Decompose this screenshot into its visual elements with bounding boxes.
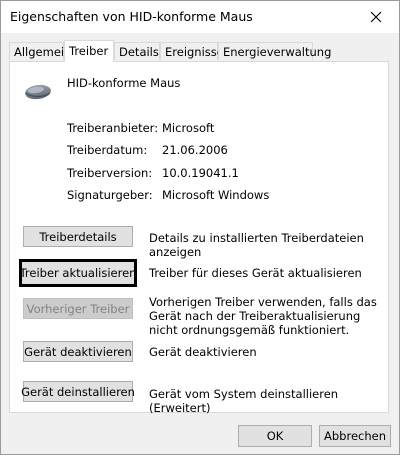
driver-version-label: Treiberversion: (67, 166, 153, 180)
tab-ereignisse[interactable]: Ereignisse (160, 42, 224, 60)
uninstall-device-description: Gerät vom System deinstallieren (Erweite… (149, 387, 339, 415)
disable-device-button[interactable]: Gerät deaktivieren (23, 341, 133, 362)
signer-value: Microsoft Windows (162, 188, 270, 202)
uninstall-device-button[interactable]: Gerät deinstallieren (21, 381, 135, 402)
close-button[interactable] (353, 1, 399, 33)
update-driver-description: Treiber für dieses Gerät aktualisieren (149, 266, 362, 280)
window-title: Eigenschaften von HID-konforme Maus (10, 9, 253, 24)
driver-provider-label: Treiberanbieter: (67, 121, 159, 135)
signer-label: Signaturgeber: (67, 188, 153, 202)
driver-version-value: 10.0.19041.1 (162, 166, 239, 180)
device-name: HID-konforme Maus (67, 76, 181, 90)
ok-button[interactable]: OK (238, 425, 312, 447)
driver-provider-value: Microsoft (162, 121, 215, 135)
title-bar: Eigenschaften von HID-konforme Maus (1, 1, 399, 33)
tab-allgemein[interactable]: Allgemein (9, 42, 71, 60)
mouse-icon (22, 81, 54, 104)
driver-date-label: Treiberdatum: (67, 143, 148, 157)
tab-energieverwaltung[interactable]: Energieverwaltung (218, 42, 331, 60)
update-driver-button[interactable]: Treiber aktualisieren (19, 259, 137, 287)
rollback-driver-description: Vorherigen Treiber verwenden, falls das … (149, 295, 377, 337)
tab-details[interactable]: Details (114, 42, 160, 60)
tab-treiber[interactable]: Treiber (64, 40, 114, 62)
disable-device-description: Gerät deaktivieren (149, 345, 257, 359)
properties-dialog: Eigenschaften von HID-konforme Maus Allg… (0, 0, 400, 455)
close-icon (370, 11, 382, 23)
rollback-driver-button: Vorheriger Treiber (23, 298, 133, 319)
cancel-button[interactable]: Abbrechen (319, 425, 391, 447)
driver-date-value: 21.06.2006 (162, 143, 228, 157)
driver-details-button[interactable]: Treiberdetails (23, 226, 133, 247)
driver-details-description: Details zu installierten Treiberdateien … (149, 231, 364, 259)
